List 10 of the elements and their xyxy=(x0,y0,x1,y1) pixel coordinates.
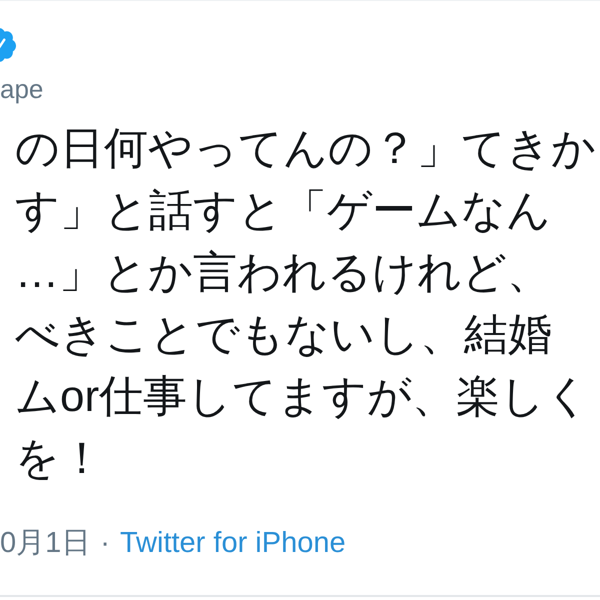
tweet-text-line: を！ xyxy=(15,433,104,485)
tweet-text-line: …」とか言われるけれど、 xyxy=(15,247,551,299)
tweet-text-line: ムor仕事してますが、楽しく xyxy=(15,371,590,423)
tweet-text-line: べきことでもないし、結婚 xyxy=(15,309,552,361)
tweet-text-line: す」と話すと「ゲームなん xyxy=(15,185,551,237)
source-link[interactable]: Twitter for iPhone xyxy=(120,523,346,563)
user-handle: ape xyxy=(0,74,44,104)
tweet-date: 0月1日 xyxy=(0,526,90,561)
tweet-text-line: の日何やってんの？」てきか xyxy=(15,123,596,175)
separator-dot: · xyxy=(100,526,110,561)
